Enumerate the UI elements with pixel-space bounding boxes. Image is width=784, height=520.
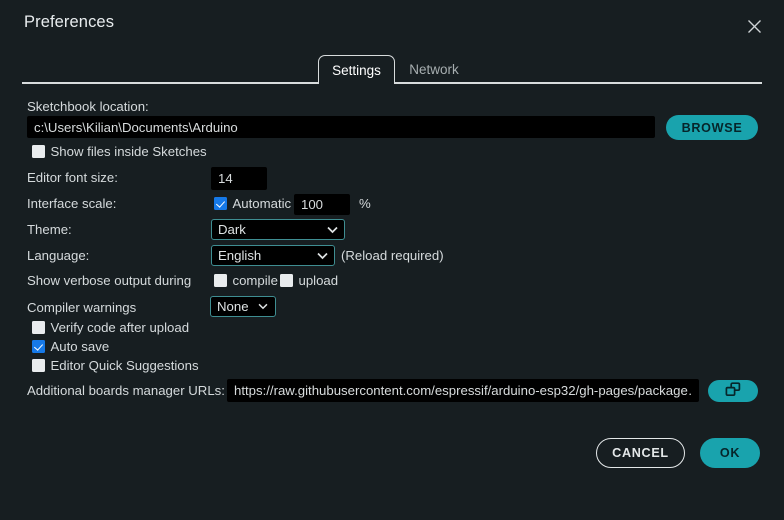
editor-font-size-input[interactable] xyxy=(211,167,267,190)
ok-button[interactable]: OK xyxy=(700,438,760,468)
language-select-value: English xyxy=(218,248,262,263)
open-windows-icon xyxy=(725,382,742,400)
tab-network[interactable]: Network xyxy=(397,55,471,84)
auto-save-checkbox[interactable]: Auto save xyxy=(32,339,109,354)
tab-network-label: Network xyxy=(409,62,459,77)
compiler-warnings-select-value: None xyxy=(217,299,249,314)
compiler-warnings-select[interactable]: None xyxy=(210,296,276,317)
close-icon-glyph xyxy=(747,19,761,33)
chevron-down-icon xyxy=(254,303,272,310)
checkbox-box xyxy=(280,274,293,287)
verbose-output-label: Show verbose output during xyxy=(27,273,192,288)
chevron-down-icon xyxy=(323,226,341,234)
verbose-compile-checkbox[interactable]: compile xyxy=(214,273,278,288)
verbose-compile-label: compile xyxy=(232,273,278,288)
checkbox-box xyxy=(32,321,45,334)
verify-code-after-upload-checkbox[interactable]: Verify code after upload xyxy=(32,320,189,335)
verbose-upload-label: upload xyxy=(298,273,339,288)
language-select[interactable]: English xyxy=(211,245,335,266)
language-reload-note: (Reload required) xyxy=(341,248,444,263)
theme-select[interactable]: Dark xyxy=(211,219,345,240)
interface-scale-label: Interface scale: xyxy=(27,196,117,211)
show-files-inside-sketches-checkbox[interactable]: Show files inside Sketches xyxy=(32,144,207,159)
sketchbook-location-label: Sketchbook location: xyxy=(27,99,149,114)
interface-scale-unit-label: % xyxy=(359,196,371,211)
editor-font-size-label: Editor font size: xyxy=(27,170,118,185)
auto-save-label: Auto save xyxy=(50,339,110,354)
verbose-upload-checkbox[interactable]: upload xyxy=(280,273,338,288)
checkbox-box xyxy=(32,145,45,158)
tab-settings-label: Settings xyxy=(332,62,381,78)
editor-quick-suggestions-checkbox[interactable]: Editor Quick Suggestions xyxy=(32,358,199,373)
verify-code-after-upload-label: Verify code after upload xyxy=(50,320,190,335)
dialog-titlebar: Preferences xyxy=(0,0,784,50)
sketchbook-location-input[interactable] xyxy=(27,116,655,138)
theme-select-value: Dark xyxy=(218,222,246,237)
boards-manager-urls-input[interactable] xyxy=(227,379,699,402)
interface-scale-automatic-label: Automatic xyxy=(232,196,292,211)
browse-button[interactable]: BROWSE xyxy=(666,115,758,140)
checkbox-box xyxy=(214,274,227,287)
chevron-down-icon xyxy=(313,252,331,260)
close-icon[interactable] xyxy=(740,12,768,40)
boards-manager-urls-expand-button[interactable] xyxy=(708,380,758,402)
preferences-dialog: Preferences Settings Network Sketchbook … xyxy=(0,0,784,520)
checkbox-box xyxy=(32,340,45,353)
tab-bar: Settings Network xyxy=(0,55,784,84)
page-title: Preferences xyxy=(24,13,115,31)
interface-scale-input[interactable] xyxy=(294,194,350,215)
show-files-inside-sketches-label: Show files inside Sketches xyxy=(50,144,207,159)
checkbox-box xyxy=(214,197,227,210)
theme-label: Theme: xyxy=(27,222,72,237)
editor-quick-suggestions-label: Editor Quick Suggestions xyxy=(50,358,199,373)
cancel-button[interactable]: CANCEL xyxy=(596,438,685,468)
language-label: Language: xyxy=(27,248,90,263)
checkbox-box xyxy=(32,359,45,372)
tab-settings[interactable]: Settings xyxy=(318,55,395,84)
compiler-warnings-label: Compiler warnings xyxy=(27,300,137,315)
boards-manager-urls-label: Additional boards manager URLs: xyxy=(27,383,225,398)
dialog-footer: CANCEL OK xyxy=(0,438,784,470)
interface-scale-automatic-checkbox[interactable]: Automatic xyxy=(214,196,291,211)
